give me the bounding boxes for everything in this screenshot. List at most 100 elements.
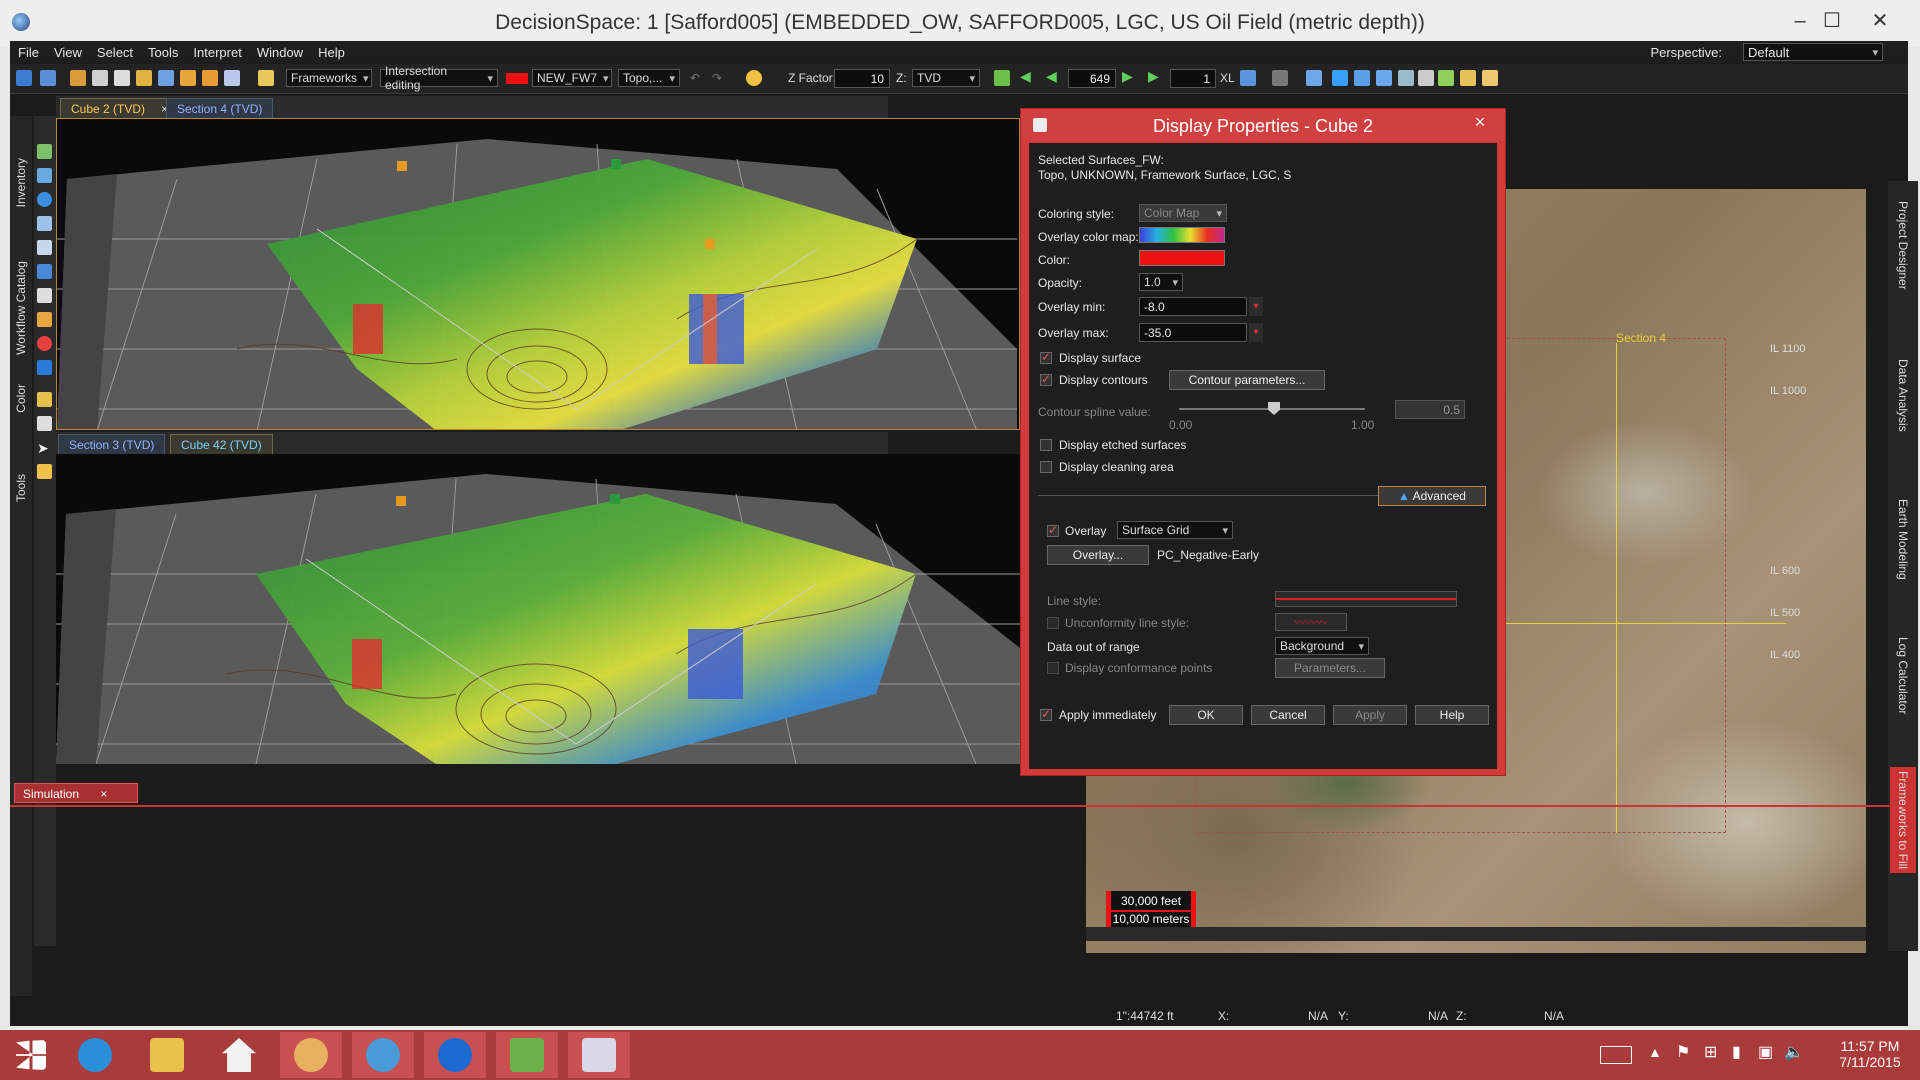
taskbar-explorer[interactable] [136, 1032, 198, 1078]
tab-section-3[interactable]: Section 3 (TVD) [58, 434, 166, 454]
first-slice-icon[interactable] [994, 70, 1010, 86]
simulation-tab[interactable]: Simulation × [14, 783, 138, 803]
chart-tool-icon[interactable] [37, 392, 52, 407]
color-swatch[interactable] [1139, 250, 1225, 266]
taskbar-paint[interactable] [280, 1032, 342, 1078]
stats-icon[interactable] [1376, 70, 1392, 86]
out-of-range-select[interactable]: Background [1275, 637, 1369, 655]
display-surface-checkbox[interactable] [1040, 350, 1052, 364]
cube-2-viewport[interactable] [56, 118, 1020, 430]
menu-view[interactable]: View [54, 45, 82, 60]
overlay-max-input[interactable]: -35.0 [1139, 323, 1247, 342]
layout-icon[interactable] [1306, 70, 1322, 86]
menu-file[interactable]: File [18, 45, 39, 60]
frameworks-to-fill-tab[interactable]: Frameworks to Fill [1890, 767, 1916, 874]
triangle-icon[interactable] [1332, 70, 1348, 86]
taskbar-ie[interactable] [64, 1032, 126, 1078]
horizon-tool-icon[interactable] [37, 312, 52, 327]
taskbar-app[interactable] [424, 1032, 486, 1078]
snapshot-icon[interactable] [1240, 70, 1256, 86]
etched-surfaces-checkbox[interactable] [1040, 439, 1052, 451]
framework-color-swatch[interactable] [506, 73, 528, 84]
log-calculator-tab[interactable]: Log Calculator [1896, 637, 1910, 714]
ruler-icon[interactable] [180, 70, 196, 86]
close-icon[interactable]: ✕ [1860, 6, 1900, 36]
windows-tray-icon[interactable]: ⊞ [1704, 1042, 1717, 1062]
record-tool-icon[interactable] [37, 336, 52, 351]
taskbar-tool[interactable] [568, 1032, 630, 1078]
slice-input[interactable]: 649 [1068, 69, 1116, 88]
well-icon[interactable] [136, 70, 152, 86]
overlay-min-input[interactable]: -8.0 [1139, 297, 1247, 316]
print-icon[interactable] [114, 70, 130, 86]
advanced-button[interactable]: ▲ Advanced [1378, 486, 1486, 506]
ok-button[interactable]: OK [1169, 705, 1243, 725]
start-button[interactable] [0, 1032, 62, 1078]
overlay-checkbox[interactable] [1047, 523, 1059, 537]
tray-up-icon[interactable]: ▲ [1648, 1044, 1662, 1060]
display-contours-checkbox[interactable] [1040, 372, 1052, 386]
pause-icon[interactable] [1272, 70, 1288, 86]
contour-parameters-button[interactable]: Contour parameters... [1169, 370, 1325, 390]
pan-tool-icon[interactable] [37, 216, 52, 231]
zfactor-input[interactable]: 10 [834, 69, 890, 88]
menu-tools[interactable]: Tools [148, 45, 178, 60]
data-analysis-tab[interactable]: Data Analysis [1896, 359, 1910, 432]
probe-tool-icon[interactable] [37, 288, 52, 303]
map-scrollbar[interactable] [1086, 927, 1866, 941]
workflow-catalog-tab[interactable]: Workflow Catalog [14, 261, 28, 355]
overlay-max-dropdown-icon[interactable]: ▾ [1249, 323, 1263, 342]
cancel-button[interactable]: Cancel [1251, 705, 1325, 725]
perspective-select[interactable]: Default [1743, 43, 1883, 61]
map-tool-icon[interactable] [1438, 70, 1454, 86]
overlay-min-dropdown-icon[interactable]: ▾ [1249, 297, 1263, 316]
inventory-tab[interactable]: Inventory [14, 158, 28, 207]
lock-icon[interactable] [92, 70, 108, 86]
clock[interactable]: 11:57 PM 7/11/2015 [1830, 1038, 1910, 1070]
dots-icon[interactable] [1418, 70, 1434, 86]
step-forward-icon[interactable]: ▶ [1122, 68, 1133, 85]
taskbar-excel[interactable] [496, 1032, 558, 1078]
grid-icon[interactable] [1398, 70, 1414, 86]
cube-tool-icon[interactable] [37, 264, 52, 279]
battery-icon[interactable]: ▮ [1732, 1042, 1741, 1062]
overlay-colormap-swatch[interactable] [1139, 227, 1225, 243]
tools-tab[interactable]: Tools [14, 474, 28, 502]
spline-slider-thumb[interactable] [1268, 402, 1280, 415]
menu-interpret[interactable]: Interpret [193, 45, 241, 60]
step-input[interactable]: 1 [1170, 69, 1216, 88]
tab-cube-42[interactable]: Cube 42 (TVD) [170, 434, 273, 454]
earth-modeling-tab[interactable]: Earth Modeling [1896, 499, 1910, 580]
opacity-select[interactable]: 1.0 [1139, 273, 1183, 291]
tab-section-4[interactable]: Section 4 (TVD) [166, 98, 274, 118]
undo-icon[interactable]: ↶ [690, 71, 700, 85]
project-designer-tab[interactable]: Project Designer [1896, 201, 1910, 290]
bars-icon[interactable] [1354, 70, 1370, 86]
overlay-browse-button[interactable]: Overlay... [1047, 545, 1149, 565]
frame-tool-icon[interactable] [37, 360, 52, 375]
cube-icon[interactable] [202, 70, 218, 86]
menu-help[interactable]: Help [318, 45, 345, 60]
taskbar-globe[interactable] [352, 1032, 414, 1078]
frameworks-select[interactable]: Frameworks [286, 69, 372, 87]
intersection-select[interactable]: Intersection editing [380, 64, 498, 92]
cube-42-viewport[interactable] [56, 454, 1076, 764]
open-icon[interactable] [40, 70, 56, 86]
dialog-close-icon[interactable]: × [1465, 112, 1495, 136]
flag-icon[interactable]: ⚑ [1676, 1042, 1690, 1062]
rotate-tool-icon[interactable] [37, 192, 52, 207]
light-icon[interactable] [746, 70, 762, 86]
help-button[interactable]: Help [1415, 705, 1489, 725]
z-domain-select[interactable]: TVD [912, 69, 980, 87]
settings-tool-icon[interactable] [1482, 70, 1498, 86]
keyboard-icon[interactable] [1600, 1046, 1632, 1064]
menu-select[interactable]: Select [97, 45, 133, 60]
topo-select[interactable]: Topo,... [618, 69, 680, 87]
home-tool-icon[interactable] [37, 240, 52, 255]
overlay-type-select[interactable]: Surface Grid [1117, 521, 1233, 539]
screen-icon[interactable] [224, 70, 240, 86]
maximize-icon[interactable]: ☐ [1812, 6, 1852, 36]
new-icon[interactable] [16, 70, 32, 86]
cleaning-area-checkbox[interactable] [1040, 461, 1052, 473]
menu-window[interactable]: Window [257, 45, 303, 60]
